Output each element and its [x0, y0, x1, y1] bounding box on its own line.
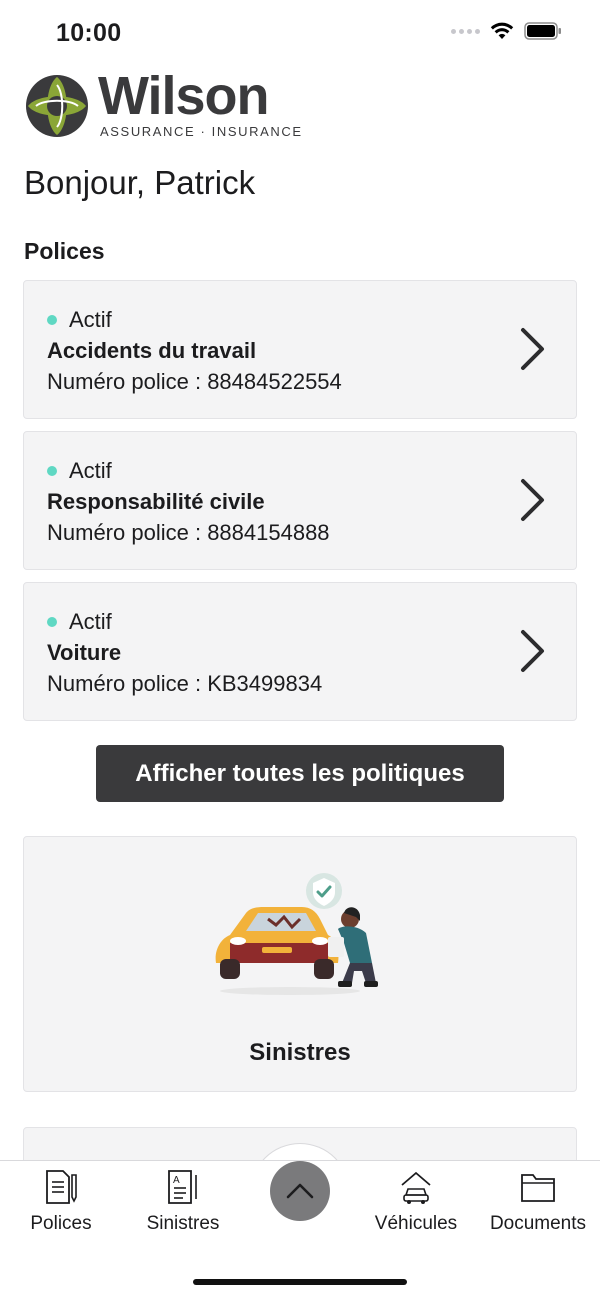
- policy-number-value: 88484522554: [207, 369, 342, 394]
- globe-logo-icon: [26, 74, 88, 137]
- policy-number: Numéro police : KB3499834: [47, 671, 322, 697]
- tab-label: Documents: [489, 1213, 587, 1234]
- policy-document-icon: [46, 1170, 77, 1204]
- policy-number-prefix: Numéro police :: [47, 369, 208, 394]
- car-house-icon: [401, 1171, 431, 1204]
- greeting-heading: Bonjour, Patrick: [24, 164, 256, 201]
- policy-name: Voiture: [47, 640, 122, 665]
- chevron-up-icon: [286, 1183, 314, 1199]
- policy-name: Accidents du travail: [47, 338, 257, 363]
- policy-number-value: 8884154888: [207, 520, 330, 545]
- policy-card-civil-liability[interactable]: Actif Responsabilité civile Numéro polic…: [23, 431, 577, 570]
- policy-number: Numéro police : 8884154888: [47, 520, 330, 546]
- center-expand-button[interactable]: [270, 1161, 330, 1221]
- policy-card-accidents[interactable]: Actif Accidents du travail Numéro police…: [23, 280, 577, 419]
- status-icons: [451, 22, 562, 40]
- status-time: 10:00: [56, 19, 122, 47]
- status-dot-icon: [47, 466, 57, 476]
- view-all-policies-button[interactable]: Afficher toutes les politiques: [96, 745, 504, 802]
- brand-logo: Wilson ASSURANCE · INSURANCE: [24, 66, 303, 139]
- brand-wordmark: Wilson ASSURANCE · INSURANCE: [98, 66, 303, 139]
- policy-status-label: Actif: [69, 458, 112, 483]
- tab-label: Sinistres: [146, 1213, 220, 1234]
- policies-section-title: Polices: [24, 238, 105, 264]
- chevron-right-icon: [521, 328, 544, 370]
- policy-name: Responsabilité civile: [47, 489, 265, 514]
- policy-number-prefix: Numéro police :: [47, 520, 208, 545]
- tab-label: Véhicules: [374, 1213, 458, 1234]
- claims-card[interactable]: Sinistres: [23, 836, 577, 1092]
- brand-name: Wilson: [98, 66, 270, 126]
- claims-card-label: Sinistres: [249, 1039, 351, 1066]
- car-accident-illustration: [215, 873, 378, 995]
- tab-vehicules[interactable]: Véhicules: [356, 1169, 476, 1235]
- policy-status: Actif: [47, 307, 112, 333]
- battery-icon: [524, 22, 561, 40]
- policy-number-prefix: Numéro police :: [47, 671, 208, 696]
- folder-icon: [521, 1174, 555, 1202]
- policy-status-label: Actif: [69, 307, 112, 332]
- brand-tagline: ASSURANCE · INSURANCE: [100, 124, 303, 139]
- tab-documents[interactable]: Documents: [478, 1169, 598, 1235]
- status-dot-icon: [47, 315, 57, 325]
- home-indicator: [193, 1279, 407, 1285]
- wifi-icon: [490, 22, 514, 39]
- policy-status: Actif: [47, 458, 112, 484]
- cellular-signal-icon: [451, 28, 480, 34]
- tab-polices[interactable]: Polices: [1, 1169, 121, 1235]
- svg-text:A: A: [173, 1175, 180, 1186]
- claims-document-icon: A: [168, 1170, 197, 1204]
- policy-number-value: KB3499834: [207, 671, 323, 696]
- policy-status-label: Actif: [69, 609, 112, 634]
- tab-label: Polices: [30, 1213, 92, 1234]
- tab-sinistres[interactable]: A Sinistres: [123, 1169, 243, 1235]
- chevron-right-icon: [521, 630, 544, 672]
- status-dot-icon: [47, 617, 57, 627]
- policy-number: Numéro police : 88484522554: [47, 369, 342, 395]
- policy-card-car[interactable]: Actif Voiture Numéro police : KB3499834: [23, 582, 577, 721]
- policy-status: Actif: [47, 609, 112, 635]
- chevron-right-icon: [521, 479, 544, 521]
- status-bar: 10:00: [0, 0, 600, 66]
